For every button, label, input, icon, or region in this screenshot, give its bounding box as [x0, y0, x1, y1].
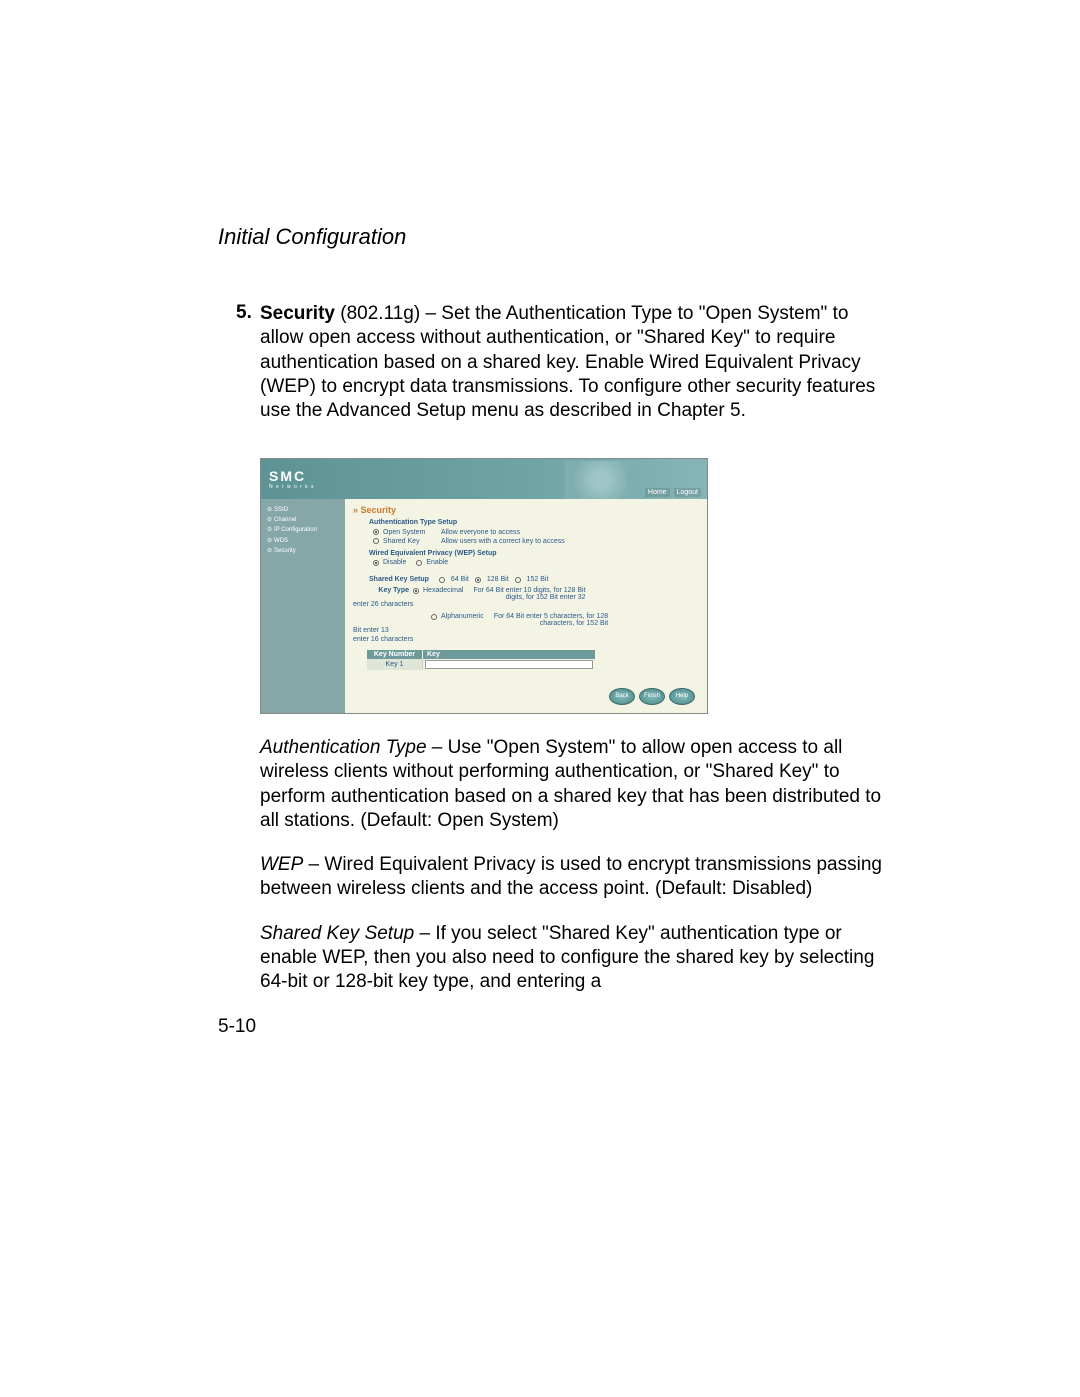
header-graphic	[565, 461, 637, 499]
radio-enable[interactable]	[416, 560, 422, 566]
sks-label: Shared Key Setup	[369, 576, 429, 583]
sidebar: SSID Channel IP Configuration WDS Securi…	[261, 499, 345, 713]
list-number: 5.	[236, 302, 252, 324]
radio-disable[interactable]	[373, 560, 379, 566]
list-item-content: Security (802.11g) – Set the Authenticat…	[260, 303, 875, 421]
p1-ital: Authentication Type	[260, 737, 427, 758]
radio-shared-key[interactable]	[373, 538, 379, 544]
shared-key-label: Shared Key	[383, 537, 437, 546]
app-header: SMC N e t w o r k s Home Logout	[261, 459, 707, 499]
enter26-text: enter 26 characters	[353, 601, 699, 609]
radio-64bit[interactable]	[439, 577, 445, 583]
radio-152bit[interactable]	[515, 577, 521, 583]
page-header: Initial Configuration	[218, 224, 882, 250]
section-title: » Security	[353, 505, 699, 515]
p2-text: – Wired Equivalent Privacy is used to en…	[260, 854, 882, 899]
sidebar-item-channel[interactable]: Channel	[265, 515, 341, 525]
key1-label: Key 1	[367, 659, 423, 670]
brand-logo: SMC	[269, 468, 306, 484]
radio-open-system[interactable]	[373, 529, 379, 535]
content-panel: » Security Authentication Type Setup Ope…	[345, 499, 707, 713]
key-header: Key	[423, 650, 595, 659]
bit152-label: 152 Bit	[527, 576, 549, 583]
paragraph-wep: WEP – Wired Equivalent Privacy is used t…	[260, 853, 882, 902]
page-number: 5-10	[218, 1016, 256, 1038]
open-system-desc: Allow everyone to access	[441, 528, 520, 537]
alpha-desc2: characters, for 152 Bit	[494, 620, 608, 627]
paragraph-auth-type: Authentication Type – Use "Open System" …	[260, 736, 882, 833]
open-system-label: Open System	[383, 528, 437, 537]
list-bold: Security	[260, 303, 335, 324]
hex-label: Hexadecimal	[423, 587, 463, 594]
radio-hex[interactable]	[413, 588, 419, 594]
keytype-label: Key Type	[369, 587, 409, 594]
home-link[interactable]: Home	[645, 488, 670, 497]
logout-link[interactable]: Logout	[674, 488, 701, 497]
enable-label: Enable	[426, 559, 448, 566]
shared-key-desc: Allow users with a correct key to access	[441, 537, 565, 546]
auth-setup-title: Authentication Type Setup	[369, 519, 699, 526]
sidebar-item-ipconfig[interactable]: IP Configuration	[265, 525, 341, 535]
radio-alpha[interactable]	[431, 614, 437, 620]
paragraph-sks: Shared Key Setup – If you select "Shared…	[260, 922, 882, 995]
p2-ital: WEP	[260, 854, 303, 875]
sidebar-item-security[interactable]: Security	[265, 546, 341, 556]
radio-128bit[interactable]	[475, 577, 481, 583]
bit64-label: 64 Bit	[451, 576, 469, 583]
bit-enter13: Bit enter 13	[353, 627, 699, 635]
bit128-label: 128 Bit	[487, 576, 509, 583]
disable-label: Disable	[383, 559, 406, 566]
hex-desc1: For 64 Bit enter 10 digits, for 128 Bit	[473, 587, 585, 594]
wep-setup-title: Wired Equivalent Privacy (WEP) Setup	[369, 550, 699, 557]
help-button[interactable]: Help	[669, 688, 695, 705]
list-text: (802.11g) – Set the Authentication Type …	[260, 303, 875, 421]
alpha-desc1: For 64 Bit enter 5 characters, for 128	[494, 613, 608, 620]
finish-button[interactable]: Finish	[639, 688, 665, 705]
embedded-screenshot: SMC N e t w o r k s Home Logout SSID Cha…	[260, 458, 708, 714]
key-number-header: Key Number	[367, 650, 423, 659]
hex-desc2: digits, for 152 Bit enter 32	[473, 594, 585, 601]
sidebar-item-ssid[interactable]: SSID	[265, 505, 341, 515]
key-table: Key Number Key Key 1	[367, 650, 595, 670]
p3-ital: Shared Key Setup	[260, 923, 414, 944]
sidebar-item-wds[interactable]: WDS	[265, 536, 341, 546]
key1-input[interactable]	[425, 660, 593, 669]
enter16-text: enter 16 characters	[353, 636, 699, 644]
alpha-label: Alphanumeric	[441, 613, 484, 620]
back-button[interactable]: Back	[609, 688, 635, 705]
brand-sub: N e t w o r k s	[269, 484, 315, 490]
